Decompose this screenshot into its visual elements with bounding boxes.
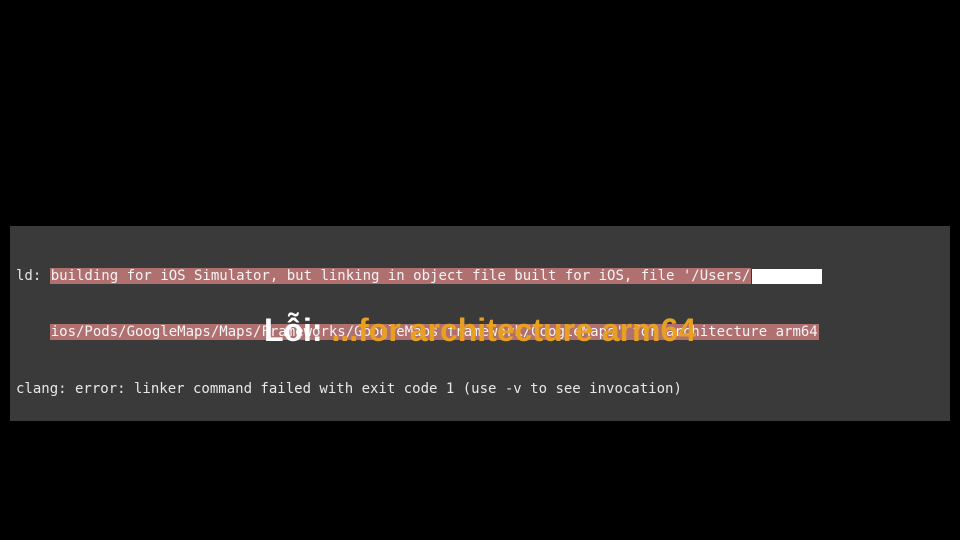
caption-label: Lỗi: — [264, 312, 332, 348]
slide-caption: Lỗi: ...for architecture arm64 — [0, 312, 960, 349]
ld-error-line-1: ld: building for iOS Simulator, but link… — [16, 267, 944, 286]
caption-error-text: ...for architecture arm64 — [331, 312, 696, 348]
redacted-username — [752, 269, 822, 284]
highlighted-error-1: building for iOS Simulator, but linking … — [50, 268, 752, 284]
clang-error-line: clang: error: linker command failed with… — [16, 380, 944, 399]
ld-prefix: ld: — [16, 268, 50, 284]
